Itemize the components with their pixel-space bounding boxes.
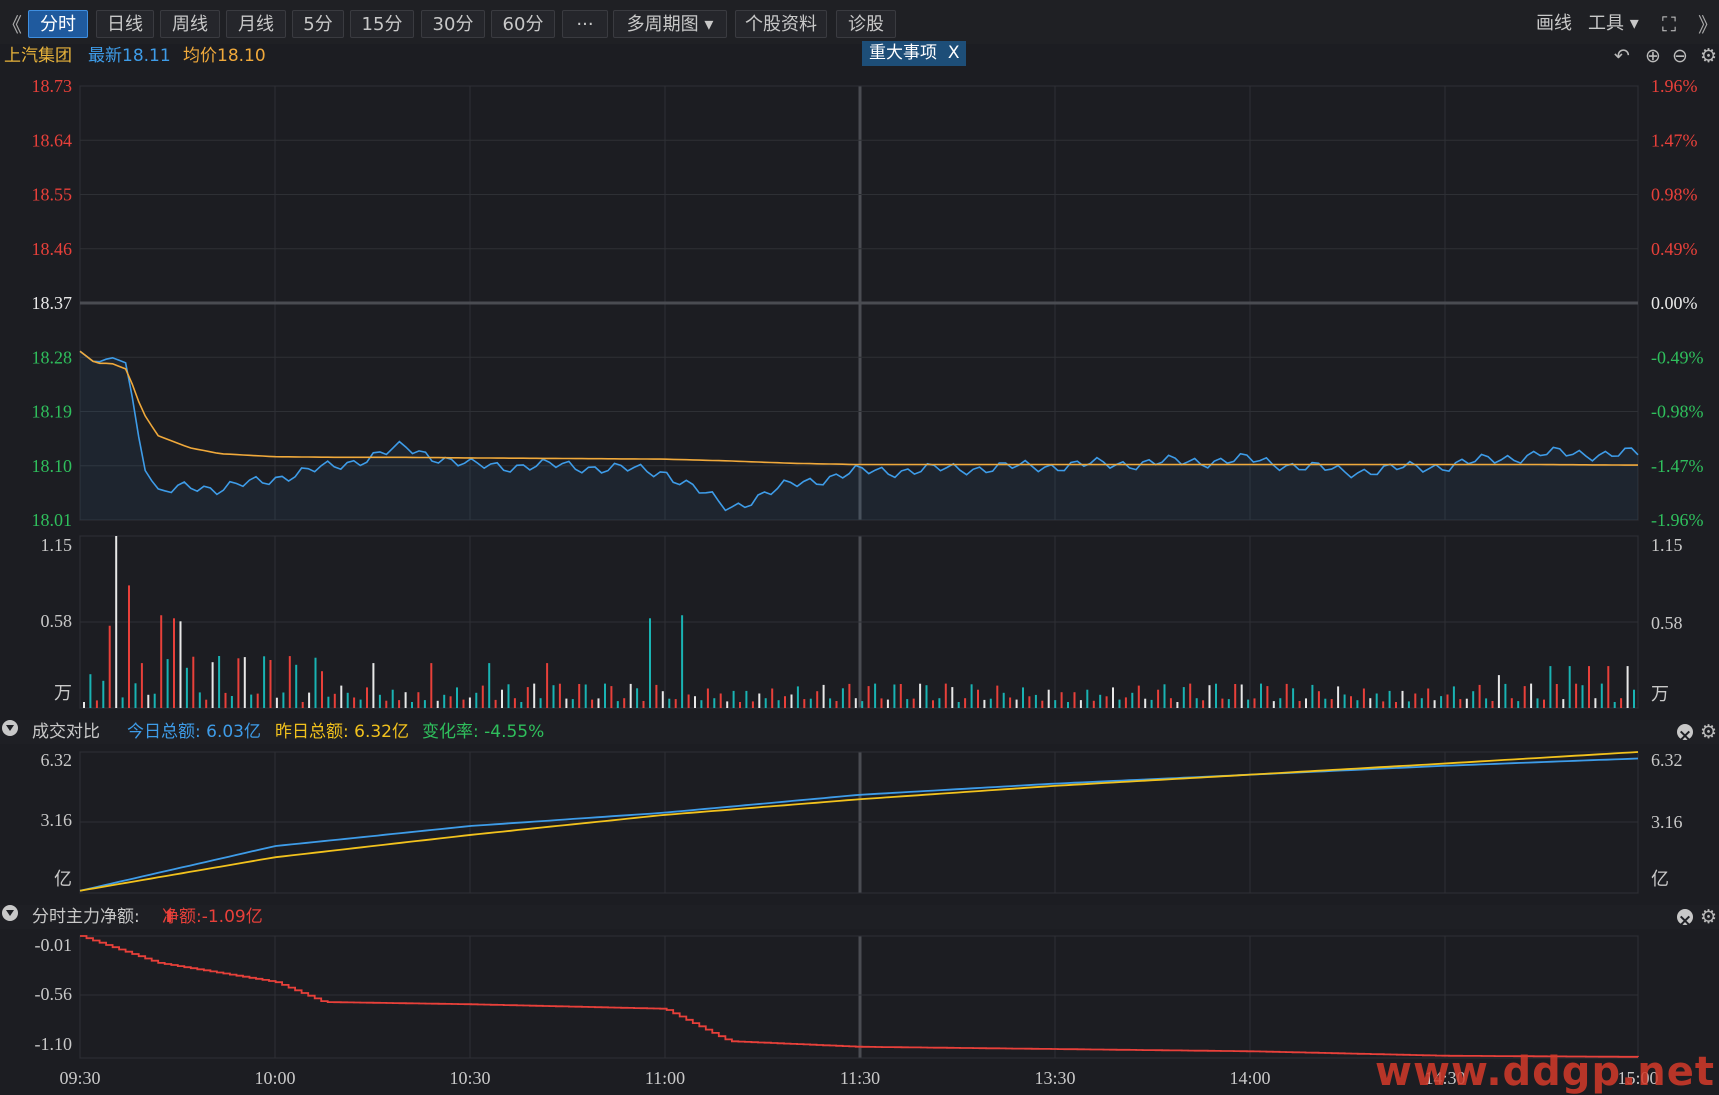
cmp-axis-label-right: 3.16	[1651, 812, 1683, 832]
change-rate: 变化率: -4.55%	[422, 722, 545, 742]
price-axis-label-left: 18.01	[32, 510, 73, 530]
price-axis-label-right: -1.96%	[1651, 510, 1704, 530]
cmp-axis-label-right: 6.32	[1651, 750, 1683, 770]
close-net-icon[interactable]: ×	[1677, 909, 1693, 931]
collapse-compare-icon[interactable]	[2, 720, 18, 736]
cmp-unit-left: 亿	[54, 869, 72, 889]
time-axis-label: 09:30	[59, 1068, 100, 1088]
vol-axis-label-right: 1.15	[1651, 535, 1683, 555]
cmp-axis-label-left: 6.32	[41, 750, 73, 770]
vol-axis-label-left: 0.58	[41, 611, 73, 631]
yesterday-total: 昨日总额: 6.32亿	[275, 722, 409, 742]
price-axis-label-left: 18.55	[32, 185, 73, 205]
time-axis-label: 10:30	[449, 1068, 490, 1088]
price-axis-label-left: 18.19	[32, 402, 73, 422]
price-axis-label-left: 18.10	[32, 456, 73, 476]
time-axis-label: 14:00	[1229, 1068, 1270, 1088]
net-axis-label: -1.10	[35, 1034, 73, 1054]
price-axis-label-right: 0.49%	[1651, 239, 1698, 259]
price-axis-label-left: 18.37	[32, 293, 73, 313]
volume-compare-header: 成交对比 今日总额: 6.03亿 昨日总额: 6.32亿 变化率: -4.55%…	[0, 720, 1719, 746]
watermark: www.ddgp.net	[1375, 1049, 1715, 1095]
price-axis-label-right: -1.47%	[1651, 456, 1704, 476]
intraday-chart-canvas: 18.73 18.64 18.55 18.46 18.37 18.28 18.19 18.10…	[32, 76, 1704, 1088]
price-axis-label-right: -0.98%	[1651, 402, 1704, 422]
price-axis-label-right: 1.47%	[1651, 130, 1698, 150]
compare-title: 成交对比	[32, 722, 100, 742]
cmp-unit-right: 亿	[1651, 869, 1669, 889]
vol-unit-left: 万	[54, 683, 72, 703]
price-axis-label-right: 0.00%	[1651, 293, 1698, 313]
time-axis-label: 10:00	[254, 1068, 295, 1088]
arrow-up-icon: ⬆	[162, 907, 177, 927]
vol-unit-right: 万	[1651, 684, 1669, 704]
time-axis-label: 11:00	[645, 1068, 685, 1088]
net-axis-label: -0.56	[35, 984, 73, 1004]
price-axis-label-left: 18.73	[32, 76, 73, 96]
collapse-net-icon[interactable]	[2, 905, 18, 921]
compare-settings-icon[interactable]: ⚙	[1700, 720, 1717, 744]
price-axis-label-left: 18.28	[32, 347, 73, 367]
cmp-axis-label-left: 3.16	[41, 810, 73, 830]
today-total: 今日总额: 6.03亿	[127, 722, 261, 742]
vol-axis-label-left: 1.15	[41, 535, 73, 555]
net-settings-icon[interactable]: ⚙	[1700, 905, 1717, 929]
net-flow-header: 分时主力净额: 净额:-1.09亿 ⬆ × ⚙	[0, 905, 1719, 931]
net-flow-value-text: 净额:-1.09亿	[162, 907, 263, 927]
price-axis-label-right: 1.96%	[1651, 76, 1698, 96]
price-axis-label-right: 0.98%	[1651, 185, 1698, 205]
time-axis-label: 11:30	[840, 1068, 880, 1088]
price-axis-label-left: 18.46	[32, 239, 73, 259]
net-flow-title: 分时主力净额:	[32, 907, 140, 927]
close-compare-icon[interactable]: ×	[1677, 724, 1693, 746]
net-axis-label: -0.01	[35, 935, 73, 955]
vol-axis-label-right: 0.58	[1651, 613, 1683, 633]
time-axis-label: 13:30	[1034, 1068, 1075, 1088]
price-axis-label-right: -0.49%	[1651, 347, 1704, 367]
price-axis-label-left: 18.64	[32, 130, 73, 150]
